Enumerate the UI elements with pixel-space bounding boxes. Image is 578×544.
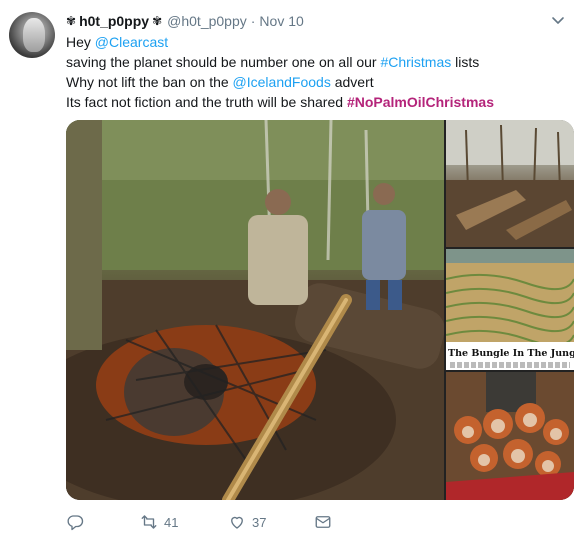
hashtag-link[interactable]: #NoPalmOilChristmas xyxy=(347,94,494,110)
photo-baby-orangutans[interactable] xyxy=(446,372,574,500)
side-caption-bar: The Bungle In The Jungle xyxy=(446,342,574,370)
tweet-text: Hey @Clearcast saving the planet should b… xyxy=(66,32,494,112)
tweet-text-segment: Hey xyxy=(66,34,95,50)
photo-plantation-aerial-art xyxy=(446,249,574,346)
tweet-text-segment: lists xyxy=(451,54,480,70)
tweet-text-line: Why not lift the ban on the @IcelandFood… xyxy=(66,72,494,92)
photo-plantation-aerial[interactable]: The Bungle In The Jungle xyxy=(446,249,574,370)
tweet-date[interactable]: Nov 10 xyxy=(259,13,303,29)
tweet-text-segment: saving the planet should be number one o… xyxy=(66,54,381,70)
display-name[interactable]: h0t_p0ppy xyxy=(79,13,149,29)
heart-icon xyxy=(231,516,243,529)
tweet-text-line: saving the planet should be number one o… xyxy=(66,52,494,72)
name-flower-right: ✾ xyxy=(152,14,163,28)
side-caption-fineprint xyxy=(450,362,570,368)
retweet-count: 41 xyxy=(164,514,179,530)
media-grid[interactable]: The Bungle In The Jungle xyxy=(66,120,574,500)
header-separator: · xyxy=(250,13,256,29)
like-count: 37 xyxy=(252,514,267,530)
tweet-actions: 41 37 xyxy=(66,512,332,532)
direct-message-button[interactable] xyxy=(314,513,332,531)
photo-deforestation-art xyxy=(446,120,574,247)
mention-link[interactable]: @Clearcast xyxy=(95,34,168,50)
tweet-card[interactable]: ✾ h0t_p0ppy ✾ @h0t_p0ppy · Nov 10 Hey @C… xyxy=(0,0,578,544)
retweet-button[interactable]: 41 xyxy=(140,513,228,531)
caret-down-icon[interactable] xyxy=(550,12,566,28)
reply-button[interactable] xyxy=(66,513,140,531)
tweet-text-line: Hey @Clearcast xyxy=(66,32,494,52)
avatar[interactable] xyxy=(9,12,55,58)
tweet-header: ✾ h0t_p0ppy ✾ @h0t_p0ppy · Nov 10 xyxy=(66,11,304,31)
mention-link[interactable]: @IcelandFoods xyxy=(233,74,331,90)
tweet-text-segment: Its fact not fiction and the truth will … xyxy=(66,94,347,110)
avatar-face xyxy=(23,18,45,52)
user-handle[interactable]: @h0t_p0ppy xyxy=(167,13,247,29)
name-flower-left: ✾ xyxy=(66,14,77,28)
reply-icon xyxy=(67,515,84,531)
tweet-text-line: Its fact not fiction and the truth will … xyxy=(66,92,494,112)
like-button[interactable]: 37 xyxy=(228,513,314,531)
retweet-icon xyxy=(141,515,157,529)
direct-message-icon xyxy=(315,516,331,528)
tweet-text-segment: advert xyxy=(330,74,374,90)
hashtag-link[interactable]: #Christmas xyxy=(380,54,451,70)
side-caption-title: The Bungle In The Jungle xyxy=(448,348,574,359)
photo-deforestation[interactable] xyxy=(446,120,574,247)
photo-orangutan-rescue[interactable] xyxy=(66,120,444,500)
photo-orangutan-rescue-art xyxy=(66,120,444,500)
tweet-text-segment: Why not lift the ban on the xyxy=(66,74,233,90)
photo-baby-orangutans-art xyxy=(446,372,574,500)
